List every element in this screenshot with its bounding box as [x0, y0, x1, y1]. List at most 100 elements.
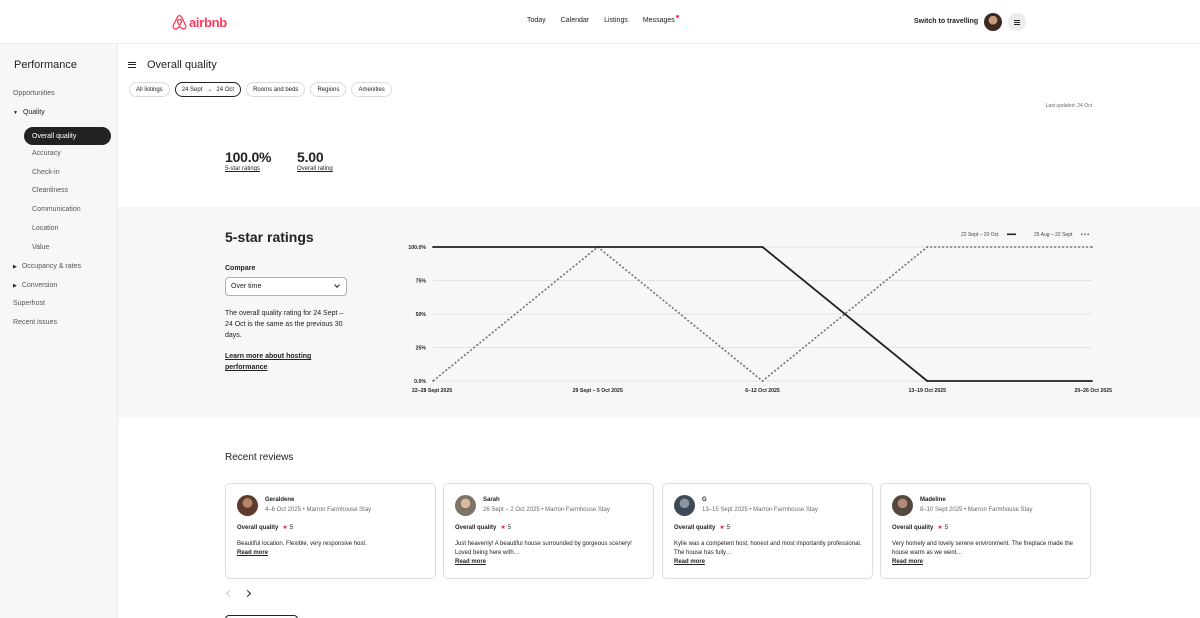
page-title: Overall quality — [147, 59, 217, 71]
chevron-right-icon — [243, 589, 252, 598]
reviewer-name: Madeline — [920, 497, 946, 503]
read-more-link[interactable]: Read more — [892, 559, 923, 565]
review-score: 5 — [726, 525, 731, 531]
x-tick-label: 13–19 Oct 2025 — [909, 388, 947, 394]
date-to: 24 Oct — [216, 86, 235, 93]
sidebar-item-cleanliness[interactable]: Cleanliness — [32, 187, 68, 194]
x-tick-label: 29 Sept – 5 Oct 2025 — [573, 388, 623, 394]
nav-messages[interactable]: Messages — [642, 15, 679, 24]
sidebar-item-opportunities[interactable]: Opportunities — [13, 90, 55, 97]
airbnb-logo[interactable]: airbnb — [172, 14, 227, 30]
nav-today[interactable]: Today — [527, 17, 546, 24]
caret-down-icon: ▼ — [13, 110, 18, 116]
sidebar-item-recent-issues[interactable]: Recent issues — [13, 319, 57, 326]
review-card[interactable]: Geraldene 4–6 Oct 2025 • Marron Farmhous… — [225, 483, 436, 579]
sidebar-item-overall-quality[interactable]: Overall quality — [24, 127, 111, 145]
review-card[interactable]: G 13–15 Sept 2025 • Marron Farmhouse Sta… — [662, 483, 873, 579]
legend-label: 25 Aug – 22 Sept — [1034, 232, 1073, 238]
data-point — [432, 380, 434, 382]
sidebar-item-checkin[interactable]: Check-in — [32, 169, 60, 176]
chevron-down-icon — [334, 282, 340, 288]
x-tick-label: 20–26 Oct 2025 — [1075, 388, 1113, 394]
sidebar-item-quality[interactable]: ▼ Quality — [13, 109, 45, 116]
filter-rooms-and-beds[interactable]: Rooms and beds — [246, 82, 306, 97]
y-tick-label: 75% — [416, 279, 427, 285]
profile-avatar[interactable] — [984, 13, 1002, 31]
star-icon: ★ — [500, 525, 506, 531]
filter-all-listings[interactable]: All listings — [129, 82, 170, 97]
ratings-title: 5-star ratings — [225, 229, 314, 245]
airbnb-logo-icon — [172, 14, 187, 30]
review-body: Beautiful location. Flexible, very respo… — [237, 541, 367, 547]
reviewer-avatar — [674, 495, 695, 516]
top-navigation: airbnb Today Calendar Listings Messages … — [0, 0, 1200, 44]
data-point — [432, 246, 434, 248]
legend-label: 22 Sept – 20 Oct — [961, 232, 999, 238]
read-more-link[interactable]: Read more — [674, 559, 705, 565]
review-card[interactable]: Sarah 26 Sept – 2 Oct 2025 • Marron Farm… — [443, 483, 654, 579]
reviewer-name: Sarah — [483, 497, 500, 503]
data-point — [1091, 246, 1093, 248]
data-point — [761, 380, 764, 382]
ratings-description: The overall quality rating for 24 Sept –… — [225, 310, 344, 339]
review-quality: Overall quality ★ 5 — [892, 524, 948, 531]
data-point — [761, 246, 764, 248]
sidebar-item-occupancy-label: Occupancy & rates — [21, 263, 81, 270]
filter-date-range[interactable]: 24 Sept → 24 Oct — [174, 82, 242, 97]
nav-messages-label: Messages — [642, 17, 675, 24]
filter-regions[interactable]: Regions — [310, 82, 347, 97]
menu-icon — [1014, 19, 1020, 25]
reviewer-avatar — [237, 495, 258, 516]
star-icon: ★ — [937, 525, 943, 531]
quality-label: Overall quality — [674, 525, 716, 531]
main-menu-button[interactable] — [1008, 13, 1026, 31]
sidebar-item-location[interactable]: Location — [32, 225, 58, 232]
review-body: Kylie was a competent host, honest and m… — [674, 541, 862, 556]
logo-text: airbnb — [189, 14, 227, 30]
sidebar-item-accuracy[interactable]: Accuracy — [32, 150, 61, 157]
sidebar: Performance Opportunities ▼ Quality Overa… — [0, 44, 118, 618]
page-header: Overall quality — [128, 59, 217, 71]
compare-label: Compare — [225, 265, 256, 272]
data-point — [926, 246, 929, 248]
sidebar-item-occupancy[interactable]: ▶ Occupancy & rates — [13, 263, 81, 270]
review-text: Very homely and lovely serene environmen… — [892, 540, 1082, 567]
review-card[interactable]: Madeline 8–10 Sept 2025 • Marron Farmhou… — [880, 483, 1091, 579]
stat-overall-rating: 5.00 Overall rating — [297, 149, 333, 172]
reviewer-name: Geraldene — [265, 497, 295, 503]
previous-button[interactable] — [224, 588, 234, 600]
compare-value: Over time — [231, 283, 262, 290]
next-button[interactable] — [243, 588, 254, 600]
sidebar-toggle-icon[interactable] — [128, 62, 136, 68]
read-more-link[interactable]: Read more — [455, 559, 486, 565]
caret-right-icon: ▶ — [13, 283, 17, 289]
y-tick-label: 100.0% — [408, 245, 426, 251]
unread-dot — [675, 15, 679, 18]
main-nav: Today Calendar Listings Messages — [527, 15, 679, 24]
review-score: 5 — [507, 525, 512, 531]
sidebar-item-conversion[interactable]: ▶ Conversion — [13, 282, 57, 289]
read-more-link[interactable]: Read more — [237, 550, 268, 556]
sidebar-item-superhost[interactable]: Superhost — [13, 300, 45, 307]
five-star-label[interactable]: 5-star ratings — [225, 166, 271, 172]
nav-listings[interactable]: Listings — [604, 17, 628, 24]
overall-rating-label[interactable]: Overall rating — [297, 166, 333, 172]
nav-calendar[interactable]: Calendar — [561, 17, 589, 24]
date-from: 24 Sept — [181, 86, 203, 93]
review-meta: 8–10 Sept 2025 • Marron Farmhouse Stay — [920, 507, 1033, 513]
compare-select[interactable]: Over time — [225, 277, 347, 296]
y-tick-label: 25% — [416, 346, 427, 352]
filter-amenities[interactable]: Amenities — [351, 82, 392, 97]
caret-right-icon: ▶ — [13, 264, 17, 270]
review-body: Just heavenly! A beautiful house surroun… — [455, 541, 632, 556]
sidebar-item-value[interactable]: Value — [32, 244, 49, 251]
review-text: Beautiful location. Flexible, very respo… — [237, 540, 427, 558]
five-star-value: 100.0% — [225, 149, 272, 165]
review-score: 5 — [289, 525, 294, 531]
quality-label: Overall quality — [237, 525, 279, 531]
reviewer-name: G — [702, 497, 707, 503]
sidebar-item-communication[interactable]: Communication — [32, 206, 81, 213]
review-text: Kylie was a competent host, honest and m… — [674, 540, 864, 567]
switch-to-travelling-link[interactable]: Switch to travelling — [914, 18, 978, 25]
learn-more-link[interactable]: Learn more about hosting performance — [225, 351, 335, 373]
